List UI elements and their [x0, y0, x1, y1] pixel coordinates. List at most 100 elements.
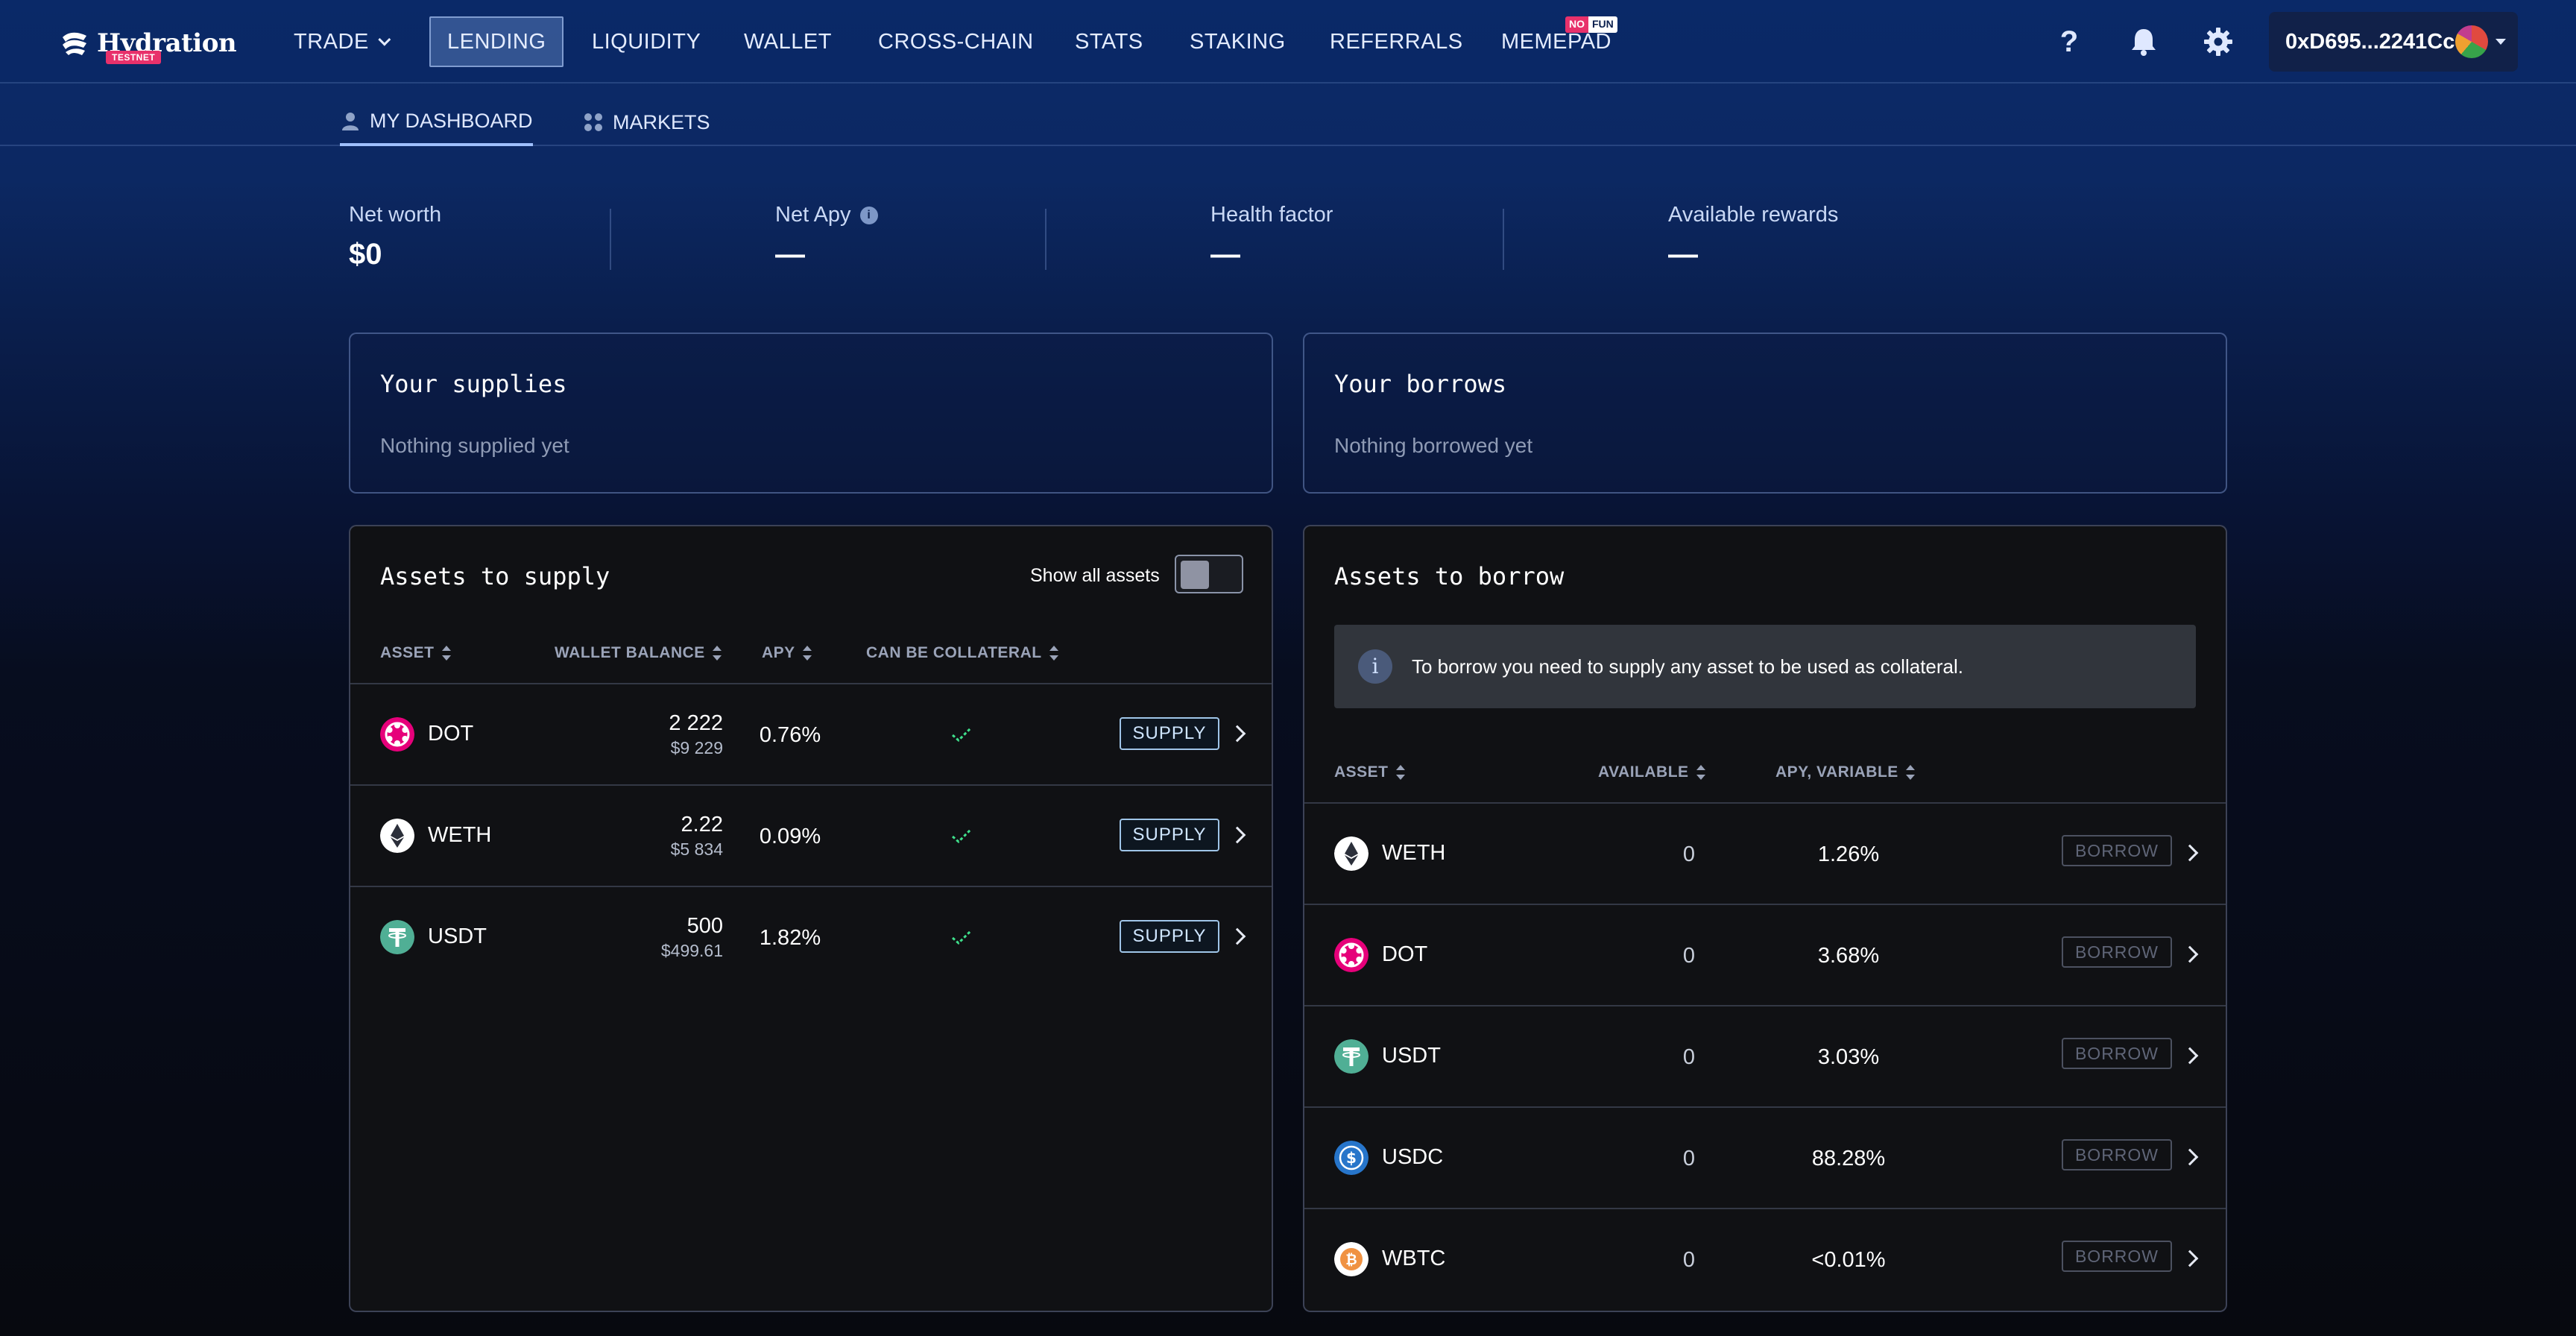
show-all-assets-label: Show all assets	[1030, 565, 1160, 586]
sub-navigation: MY DASHBOARD MARKETS	[0, 84, 2576, 146]
chevron-right-icon[interactable]	[1228, 927, 1246, 945]
column-header-apy[interactable]: APY	[762, 644, 812, 662]
collateral-notice: i To borrow you need to supply any asset…	[1334, 625, 2196, 708]
available-amount: 0	[1682, 1147, 1696, 1170]
nav-cross-chain[interactable]: CROSS-CHAIN	[862, 16, 1050, 67]
chevron-right-icon[interactable]	[2181, 945, 2199, 963]
asset-name: USDT	[1382, 1044, 1441, 1068]
svg-text:$: $	[1346, 1149, 1357, 1167]
stat-net-apy: Net Apy i —	[775, 203, 878, 271]
column-header-asset[interactable]: ASSET	[380, 644, 451, 662]
column-header-asset-label: ASSET	[1334, 763, 1389, 781]
nav-staking[interactable]: STAKING	[1173, 16, 1302, 67]
table-row[interactable]: DOT 0 3.68% BORROW	[1304, 904, 2226, 1005]
column-header-asset[interactable]: ASSET	[1334, 763, 1405, 781]
assets-to-borrow-title: Assets to borrow	[1334, 562, 1565, 590]
svg-text:₿: ₿	[1345, 1252, 1357, 1268]
supply-apy: 0.09%	[759, 825, 821, 848]
hydration-logo-icon	[63, 32, 86, 55]
sort-icon	[1905, 765, 1915, 780]
stat-divider	[1503, 209, 1504, 270]
assets-to-borrow-card: Assets to borrow i To borrow you need to…	[1303, 525, 2227, 1312]
borrow-button[interactable]: BORROW	[2062, 1038, 2172, 1069]
stat-health-factor-label: Health factor	[1210, 203, 1333, 227]
wallet-balance-usd: $499.61	[660, 941, 723, 960]
chevron-right-icon[interactable]	[2181, 844, 2199, 862]
nav-trade-label: TRADE	[294, 29, 369, 54]
stat-health-factor: Health factor —	[1210, 203, 1333, 271]
nofun-badge: NO FUN	[1565, 16, 1617, 33]
asset-name: DOT	[1382, 942, 1428, 966]
nofun-badge-fun: FUN	[1588, 16, 1617, 33]
table-row[interactable]: DOT 2 222 $9 229 0.76% SUPPLY	[350, 683, 1272, 784]
available-amount: 0	[1682, 842, 1696, 866]
stat-divider	[1045, 209, 1046, 270]
borrow-button[interactable]: BORROW	[2062, 936, 2172, 968]
asset-name: USDC	[1382, 1145, 1444, 1169]
nav-cross-chain-label: CROSS-CHAIN	[878, 29, 1034, 54]
nav-wallet-label: WALLET	[744, 29, 832, 54]
nav-lending[interactable]: LENDING	[429, 16, 564, 67]
available-amount: 0	[1682, 1045, 1696, 1069]
chevron-down-icon	[378, 33, 391, 46]
supply-button[interactable]: SUPPLY	[1120, 717, 1219, 750]
wallet-balance: 2 222	[669, 711, 723, 735]
column-header-available[interactable]: AVAILABLE	[1598, 763, 1705, 781]
column-header-wallet-balance[interactable]: WALLET BALANCE	[555, 644, 722, 662]
column-header-apy-variable[interactable]: APY, VARIABLE	[1775, 763, 1915, 781]
help-icon[interactable]: ?	[2050, 22, 2089, 61]
nav-wallet[interactable]: WALLET	[727, 16, 848, 67]
stat-net-worth: Net worth $0	[349, 203, 441, 271]
table-row[interactable]: WETH 0 1.26% BORROW	[1304, 802, 2226, 904]
supply-button[interactable]: SUPPLY	[1120, 920, 1219, 953]
available-amount: 0	[1682, 944, 1696, 968]
account-button[interactable]: 0xD695...2241Cc	[2269, 12, 2518, 72]
borrow-button[interactable]: BORROW	[2062, 1139, 2172, 1170]
chevron-right-icon[interactable]	[1228, 826, 1246, 844]
show-all-assets-toggle[interactable]	[1175, 555, 1243, 593]
tab-my-dashboard[interactable]: MY DASHBOARD	[340, 98, 533, 146]
info-icon[interactable]: i	[859, 206, 878, 224]
nav-referrals[interactable]: REFERRALS	[1313, 16, 1480, 67]
your-borrows-empty: Nothing borrowed yet	[1334, 434, 1533, 457]
table-row[interactable]: ₿ WBTC 0 <0.01% BORROW	[1304, 1208, 2226, 1309]
sort-icon	[1696, 765, 1705, 780]
supply-button[interactable]: SUPPLY	[1120, 819, 1219, 851]
bell-icon-shape	[2132, 29, 2156, 56]
check-icon	[952, 930, 972, 945]
wallet-balance-usd: $5 834	[670, 839, 723, 859]
wbtc-icon: ₿	[1334, 1242, 1368, 1276]
info-icon: i	[1358, 649, 1392, 684]
nofun-badge-no: NO	[1565, 16, 1588, 33]
chevron-right-icon[interactable]	[2181, 1047, 2199, 1065]
table-row[interactable]: USDT 500 $499.61 1.82% SUPPLY	[350, 886, 1272, 987]
gear-icon[interactable]	[2199, 22, 2238, 61]
nav-stats-label: STATS	[1075, 29, 1143, 54]
supply-apy: 1.82%	[759, 926, 821, 950]
available-amount: 0	[1682, 1248, 1696, 1272]
column-header-can-be-collateral-label: CAN BE COLLATERAL	[866, 644, 1042, 661]
nav-stats[interactable]: STATS	[1058, 16, 1160, 67]
column-header-can-be-collateral[interactable]: CAN BE COLLATERAL	[866, 644, 1058, 662]
stat-divider	[610, 209, 611, 270]
bell-icon[interactable]	[2124, 22, 2163, 61]
stat-net-apy-label-row: Net Apy i	[775, 203, 878, 227]
sort-icon	[1395, 765, 1405, 780]
nav-trade[interactable]: TRADE	[277, 16, 403, 67]
nav-liquidity[interactable]: LIQUIDITY	[575, 16, 717, 67]
tab-markets[interactable]: MARKETS	[583, 98, 710, 146]
asset-name: WBTC	[1382, 1247, 1446, 1270]
table-row[interactable]: USDT 0 3.03% BORROW	[1304, 1005, 2226, 1106]
borrow-button[interactable]: BORROW	[2062, 835, 2172, 866]
usdc-icon: $	[1334, 1141, 1368, 1175]
nav-memepad-label: MEMEPAD	[1501, 29, 1611, 54]
chevron-right-icon[interactable]	[2181, 1148, 2199, 1166]
borrow-button[interactable]: BORROW	[2062, 1241, 2172, 1272]
table-row[interactable]: WETH 2.22 $5 834 0.09% SUPPLY	[350, 784, 1272, 886]
chevron-right-icon[interactable]	[2181, 1250, 2199, 1267]
table-row[interactable]: $ USDC 0 88.28% BORROW	[1304, 1106, 2226, 1208]
your-supplies-empty: Nothing supplied yet	[380, 434, 569, 457]
gear-icon-shape	[2204, 28, 2232, 56]
chevron-right-icon[interactable]	[1228, 725, 1246, 743]
asset-name: USDT	[428, 924, 487, 948]
